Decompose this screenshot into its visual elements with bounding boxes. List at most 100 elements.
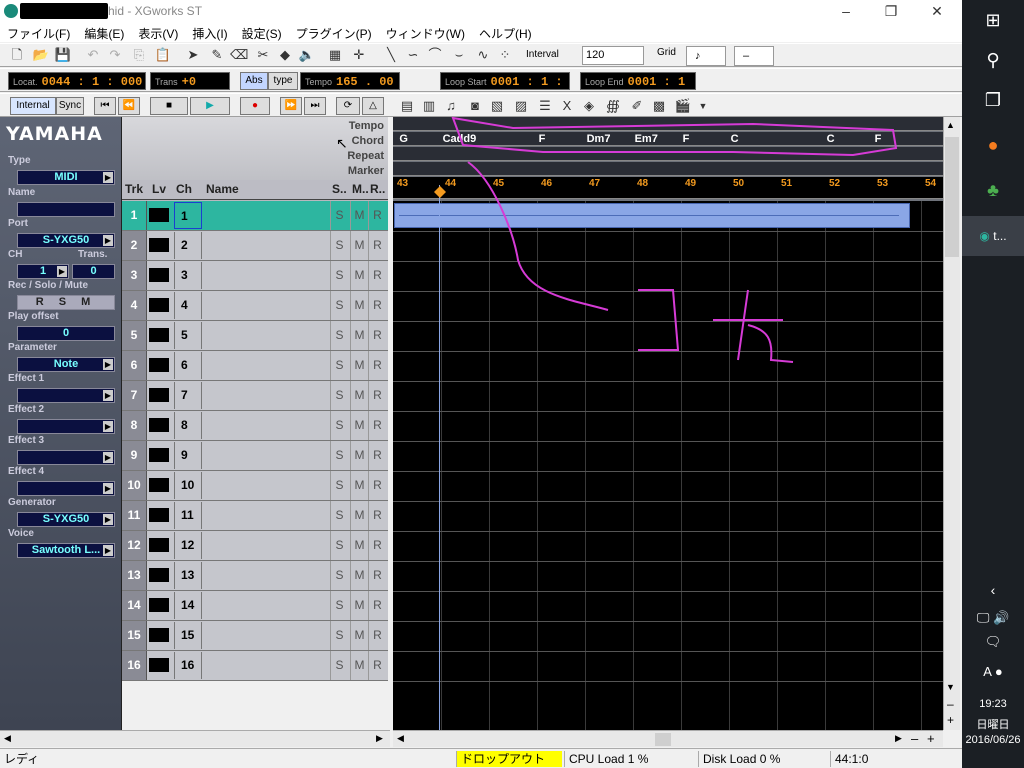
track-channel[interactable]: 8 bbox=[174, 412, 202, 439]
track-channel[interactable]: 6 bbox=[174, 352, 202, 379]
loop-icon[interactable]: ⟳ bbox=[336, 97, 360, 115]
record-button[interactable]: R bbox=[368, 621, 386, 650]
stop-icon[interactable]: ■ bbox=[150, 97, 188, 115]
sync-button[interactable]: Sync bbox=[56, 97, 84, 115]
scroll-down-icon[interactable]: ▼ bbox=[946, 682, 955, 692]
track-number[interactable]: 10 bbox=[122, 471, 147, 500]
grid-scroll-left-icon[interactable]: ◀ bbox=[397, 733, 404, 744]
track-row[interactable]: 66 SMR bbox=[122, 351, 388, 381]
solo-button[interactable]: S bbox=[330, 471, 348, 500]
track-channel[interactable]: 15 bbox=[174, 622, 202, 649]
track-number[interactable]: 16 bbox=[122, 651, 147, 680]
effect1-field[interactable]: ▶ bbox=[17, 388, 115, 403]
solo-button[interactable]: S bbox=[330, 201, 348, 230]
col-rec[interactable]: R.. bbox=[370, 182, 385, 196]
close-button[interactable]: ✕ bbox=[914, 0, 960, 22]
track-channel[interactable]: 1 bbox=[174, 202, 202, 229]
grid-select[interactable]: ♪ bbox=[686, 46, 726, 66]
speaker-tool-icon[interactable]: 🔈 bbox=[298, 46, 316, 64]
record-button[interactable]: R bbox=[368, 261, 386, 290]
menu-plugin[interactable]: プラグイン(P) bbox=[289, 22, 379, 42]
track-channel[interactable]: 9 bbox=[174, 442, 202, 469]
track-row[interactable]: 15 15 S M R bbox=[122, 621, 388, 651]
redo-icon[interactable]: ↷ bbox=[106, 46, 124, 64]
app-icon[interactable] bbox=[4, 4, 18, 18]
zoom-in-horizontal-icon[interactable]: + bbox=[927, 731, 935, 746]
scroll-up-icon[interactable]: ▲ bbox=[946, 120, 955, 130]
mute-button[interactable]: M bbox=[350, 501, 368, 530]
track-row[interactable]: 13 13 S M R bbox=[122, 561, 388, 591]
zoom-out-horizontal-icon[interactable]: – bbox=[911, 731, 918, 746]
solo-button[interactable]: S bbox=[330, 321, 348, 350]
track-row[interactable]: 11 SMR bbox=[122, 201, 388, 231]
metronome-icon[interactable]: △ bbox=[362, 97, 384, 115]
solo-button[interactable]: S bbox=[330, 591, 348, 620]
mute-button[interactable]: M bbox=[350, 381, 368, 410]
grid-scroll-thumb[interactable] bbox=[655, 733, 671, 746]
search-icon[interactable]: ⚲ bbox=[962, 40, 1024, 80]
glue-tool-icon[interactable]: ◆ bbox=[276, 46, 294, 64]
mute-button[interactable]: M bbox=[350, 321, 368, 350]
scissors-tool-icon[interactable]: ✂ bbox=[254, 46, 272, 64]
trans-field[interactable]: 0 bbox=[72, 264, 115, 279]
track-row[interactable]: 10 10 S M R bbox=[122, 471, 388, 501]
grid-scroll-right-icon[interactable]: ▶ bbox=[895, 733, 902, 744]
parameter-field[interactable]: Note ▶ bbox=[17, 357, 115, 372]
maximize-button[interactable]: ❐ bbox=[868, 0, 914, 22]
eraser-tool-icon[interactable]: ⌫ bbox=[230, 46, 248, 64]
windows-start-icon[interactable]: ⊞ bbox=[962, 0, 1024, 40]
track-channel[interactable]: 7 bbox=[174, 382, 202, 409]
rec-solo-mute-buttons[interactable]: R S M bbox=[17, 295, 115, 310]
track-channel[interactable]: 12 bbox=[174, 532, 202, 559]
track-row[interactable]: 55 SMR bbox=[122, 321, 388, 351]
mute-button[interactable]: M bbox=[350, 291, 368, 320]
track-scroll-left-icon[interactable]: ◀ bbox=[4, 733, 11, 744]
grid-hscrollbar[interactable]: ◀ ▶ – + bbox=[393, 730, 943, 747]
name-field[interactable] bbox=[17, 202, 115, 217]
record-button[interactable]: R bbox=[368, 291, 386, 320]
ime-icon[interactable]: A ● bbox=[962, 652, 1024, 692]
record-button[interactable]: R bbox=[368, 321, 386, 350]
grid-view-icon[interactable]: ▦ bbox=[326, 46, 344, 64]
track-list-hscrollbar[interactable]: ◀ ▶ bbox=[0, 730, 390, 747]
grid-length-select[interactable]: – bbox=[734, 46, 774, 66]
col-trk[interactable]: Trk bbox=[125, 182, 143, 196]
mute-button[interactable]: M bbox=[350, 471, 368, 500]
track-number[interactable]: 5 bbox=[122, 321, 147, 350]
rewind-icon[interactable]: ⏪ bbox=[118, 97, 140, 115]
mute-button[interactable]: M bbox=[350, 561, 368, 590]
col-solo[interactable]: S.. bbox=[332, 182, 347, 196]
line-tool-icon[interactable]: ╲ bbox=[382, 46, 400, 64]
track-row[interactable]: 77 SMR bbox=[122, 381, 388, 411]
loop-start-display[interactable]: Loop Start0001 : 1 : 000 bbox=[440, 72, 570, 107]
port-field[interactable]: S-YXG50 ▶ bbox=[17, 233, 115, 248]
track-channel[interactable]: 10 bbox=[174, 472, 202, 499]
track-channel[interactable]: 2 bbox=[174, 232, 202, 259]
track-number[interactable]: 4 bbox=[122, 291, 147, 320]
paste-icon[interactable]: 📋 bbox=[154, 46, 172, 64]
vertical-scrollbar[interactable]: ▲ ▼ – + bbox=[943, 117, 960, 730]
menu-edit[interactable]: 編集(E) bbox=[77, 22, 131, 42]
menu-window[interactable]: ウィンドウ(W) bbox=[379, 22, 472, 42]
solo-button[interactable]: S bbox=[330, 261, 348, 290]
trans-display[interactable]: Trans +0 bbox=[150, 72, 230, 90]
solo-button[interactable]: S bbox=[330, 531, 348, 560]
record-button[interactable]: R bbox=[368, 231, 386, 260]
track-number[interactable]: 12 bbox=[122, 531, 147, 560]
clock-time[interactable]: 19:23 bbox=[962, 698, 1024, 710]
crosshair-icon[interactable]: ✛ bbox=[350, 46, 368, 64]
mute-button[interactable]: M bbox=[350, 441, 368, 470]
track-number[interactable]: 13 bbox=[122, 561, 147, 590]
zoom-in-vertical-icon[interactable]: + bbox=[947, 713, 954, 727]
play-offset-field[interactable]: 0 bbox=[17, 326, 115, 341]
arc-tool-icon[interactable]: ⌒ bbox=[426, 46, 444, 64]
mute-button[interactable]: M bbox=[350, 351, 368, 380]
pencil-tool-icon[interactable]: ✎ bbox=[208, 46, 226, 64]
col-name[interactable]: Name bbox=[206, 182, 239, 196]
menu-settings[interactable]: 設定(S) bbox=[235, 22, 289, 42]
track-number[interactable]: 3 bbox=[122, 261, 147, 290]
record-button[interactable]: R bbox=[368, 351, 386, 380]
col-ch[interactable]: Ch bbox=[176, 182, 192, 196]
track-row[interactable]: 44 SMR bbox=[122, 291, 388, 321]
track-row[interactable]: 99 SMR bbox=[122, 441, 388, 471]
